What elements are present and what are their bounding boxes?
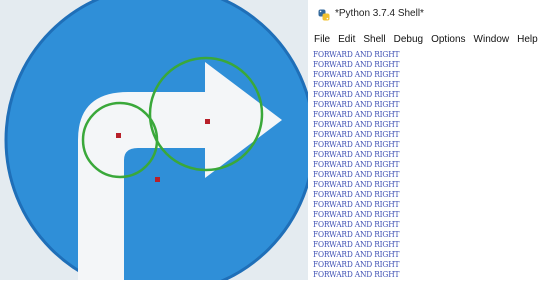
- python-shell-window: *Python 3.7.4 Shell* File Edit Shell Deb…: [309, 0, 542, 280]
- menu-window[interactable]: Window: [474, 32, 510, 48]
- menu-options[interactable]: Options: [431, 32, 465, 48]
- menu-debug[interactable]: Debug: [394, 32, 423, 48]
- output-line: FORWARD AND RIGHT: [313, 150, 400, 159]
- shell-output[interactable]: FORWARD AND RIGHT FORWARD AND RIGHT FORW…: [313, 50, 542, 280]
- output-line: FORWARD AND RIGHT: [313, 130, 400, 139]
- output-line: FORWARD AND RIGHT: [313, 270, 400, 279]
- python-icon: [318, 9, 330, 21]
- camera-frame: [0, 0, 316, 284]
- output-line: FORWARD AND RIGHT: [313, 50, 400, 59]
- output-line: FORWARD AND RIGHT: [313, 160, 400, 169]
- output-line: FORWARD AND RIGHT: [313, 210, 400, 219]
- output-line: FORWARD AND RIGHT: [313, 200, 400, 209]
- output-line: FORWARD AND RIGHT: [313, 190, 400, 199]
- output-line: FORWARD AND RIGHT: [313, 230, 400, 239]
- output-line: FORWARD AND RIGHT: [313, 180, 400, 189]
- output-line: FORWARD AND RIGHT: [313, 140, 400, 149]
- menu-shell[interactable]: Shell: [363, 32, 385, 48]
- output-line: FORWARD AND RIGHT: [313, 60, 400, 69]
- output-line: FORWARD AND RIGHT: [313, 250, 400, 259]
- output-line: FORWARD AND RIGHT: [313, 110, 400, 119]
- output-line: FORWARD AND RIGHT: [313, 80, 400, 89]
- center-marker: [155, 177, 160, 182]
- output-line: FORWARD AND RIGHT: [313, 220, 400, 229]
- output-line: FORWARD AND RIGHT: [313, 100, 400, 109]
- output-line: FORWARD AND RIGHT: [313, 90, 400, 99]
- menu-file[interactable]: File: [314, 32, 330, 48]
- center-marker: [116, 133, 121, 138]
- camera-view: [0, 0, 316, 284]
- output-line: FORWARD AND RIGHT: [313, 260, 400, 269]
- output-line: FORWARD AND RIGHT: [313, 120, 400, 129]
- menu-bar: File Edit Shell Debug Options Window Hel…: [309, 32, 541, 48]
- center-marker: [205, 119, 210, 124]
- output-line: FORWARD AND RIGHT: [313, 70, 400, 79]
- menu-edit[interactable]: Edit: [338, 32, 355, 48]
- output-line: FORWARD AND RIGHT: [313, 240, 400, 249]
- window-title: *Python 3.7.4 Shell*: [335, 8, 424, 19]
- menu-help[interactable]: Help: [517, 32, 538, 48]
- title-bar: *Python 3.7.4 Shell*: [309, 0, 542, 30]
- output-line: FORWARD AND RIGHT: [313, 170, 400, 179]
